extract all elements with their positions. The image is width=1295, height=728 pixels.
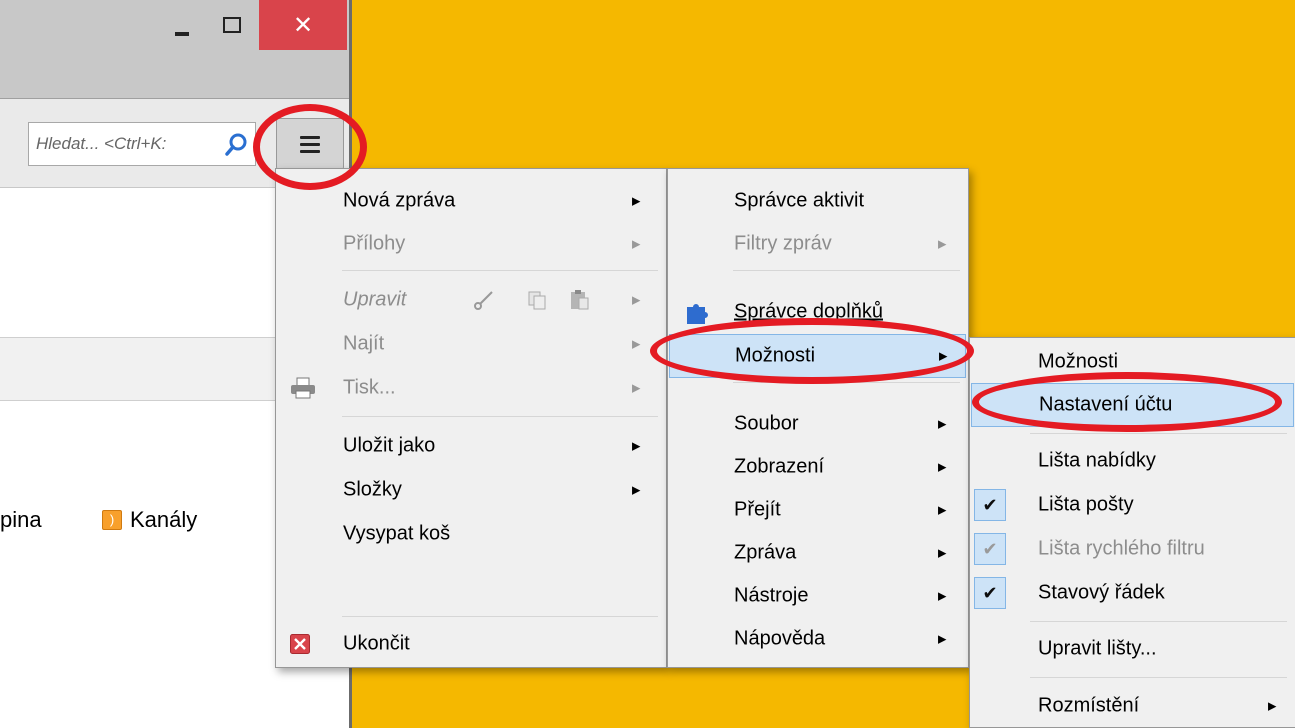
menu-item-new-message[interactable]: Nová zpráva ▶ bbox=[276, 179, 666, 223]
submenu-arrow-icon: ▶ bbox=[938, 238, 947, 251]
minimize-button[interactable] bbox=[160, 0, 204, 50]
menu-item-preferences[interactable]: Možnosti bbox=[970, 340, 1295, 384]
app-menu: Nová zpráva ▶ Přílohy ▶ Upravit ▶ Najít … bbox=[275, 168, 667, 668]
tools-submenu: Správce aktivit Filtry zpráv ▶ Správce d… bbox=[667, 168, 969, 668]
menu-separator bbox=[733, 382, 960, 383]
menu-item-menu-bar[interactable]: Lišta nabídky bbox=[970, 439, 1295, 483]
title-bar: ✕ bbox=[0, 0, 349, 99]
menu-item-empty-trash[interactable]: Vysypat koš bbox=[276, 512, 666, 556]
menu-item-find[interactable]: Najít ▶ bbox=[276, 322, 666, 366]
cut-icon bbox=[474, 291, 493, 310]
menu-item-tools[interactable]: Nástroje ▶ bbox=[668, 574, 968, 618]
close-button[interactable]: ✕ bbox=[259, 0, 347, 50]
submenu-arrow-icon: ▶ bbox=[938, 547, 947, 560]
menu-item-file[interactable]: Soubor ▶ bbox=[668, 402, 968, 446]
submenu-arrow-icon: ▶ bbox=[632, 440, 641, 453]
folder-link-fragment[interactable]: pina bbox=[0, 507, 42, 533]
menu-separator bbox=[1030, 433, 1287, 434]
submenu-arrow-icon: ▶ bbox=[632, 294, 641, 307]
menu-separator bbox=[342, 270, 658, 271]
maximize-button[interactable] bbox=[210, 0, 254, 50]
checkmark-icon: ✔ bbox=[974, 577, 1006, 609]
options-submenu: Možnosti Nastavení účtu Lišta nabídky ✔ … bbox=[969, 337, 1295, 728]
menu-separator bbox=[342, 616, 658, 617]
puzzle-icon bbox=[687, 304, 708, 324]
submenu-arrow-icon: ▶ bbox=[938, 461, 947, 474]
hamburger-icon bbox=[300, 135, 320, 139]
feeds-label: Kanály bbox=[130, 507, 198, 532]
maximize-icon bbox=[223, 17, 241, 33]
menu-item-customize-toolbars[interactable]: Upravit lišty... bbox=[970, 627, 1295, 671]
menu-item-status-bar[interactable]: ✔ Stavový řádek bbox=[970, 571, 1295, 615]
minimize-icon bbox=[175, 32, 189, 36]
menu-item-message-filters[interactable]: Filtry zpráv ▶ bbox=[668, 222, 968, 266]
close-icon: ✕ bbox=[292, 11, 314, 39]
paste-icon bbox=[571, 290, 589, 310]
submenu-arrow-icon: ▶ bbox=[938, 504, 947, 517]
menu-item-attachments[interactable]: Přílohy ▶ bbox=[276, 222, 666, 266]
submenu-arrow-icon: ▶ bbox=[632, 382, 641, 395]
checkmark-icon: ✔ bbox=[974, 533, 1006, 565]
copy-icon bbox=[528, 291, 546, 310]
menu-separator bbox=[1030, 677, 1287, 678]
menu-item-mail-toolbar[interactable]: ✔ Lišta pošty bbox=[970, 483, 1295, 527]
menu-item-account-settings[interactable]: Nastavení účtu bbox=[971, 383, 1294, 427]
menu-item-layout[interactable]: Rozmístění ▶ bbox=[970, 684, 1295, 728]
submenu-arrow-icon: ▶ bbox=[632, 338, 641, 351]
submenu-arrow-icon: ▶ bbox=[938, 633, 947, 646]
menu-item-folders[interactable]: Složky ▶ bbox=[276, 468, 666, 512]
search-icon[interactable] bbox=[225, 132, 249, 156]
menu-item-help[interactable]: Nápověda ▶ bbox=[668, 617, 968, 661]
printer-icon bbox=[291, 377, 315, 399]
menu-item-addons[interactable]: Správce doplňků bbox=[668, 290, 968, 334]
submenu-arrow-icon: ▶ bbox=[632, 195, 641, 208]
submenu-arrow-icon: ▶ bbox=[632, 238, 641, 251]
app-menu-button[interactable] bbox=[276, 118, 344, 170]
checkmark-icon: ✔ bbox=[974, 489, 1006, 521]
feeds-link[interactable]: ) Kanály bbox=[102, 507, 197, 533]
menu-item-save-as[interactable]: Uložit jako ▶ bbox=[276, 424, 666, 468]
submenu-arrow-icon: ▶ bbox=[939, 350, 948, 363]
menu-item-quick-filter-bar[interactable]: ✔ Lišta rychlého filtru bbox=[970, 527, 1295, 571]
submenu-arrow-icon: ▶ bbox=[938, 590, 947, 603]
menu-item-view[interactable]: Zobrazení ▶ bbox=[668, 445, 968, 489]
search-input[interactable]: Hledat... <Ctrl+K: bbox=[28, 122, 256, 166]
search-placeholder: Hledat... <Ctrl+K: bbox=[36, 134, 167, 153]
submenu-arrow-icon: ▶ bbox=[938, 418, 947, 431]
menu-item-go[interactable]: Přejít ▶ bbox=[668, 488, 968, 532]
quit-icon bbox=[290, 634, 310, 654]
menu-item-message[interactable]: Zpráva ▶ bbox=[668, 531, 968, 575]
menu-item-print[interactable]: Tisk... ▶ bbox=[276, 366, 666, 410]
submenu-arrow-icon: ▶ bbox=[632, 484, 641, 497]
submenu-arrow-icon: ▶ bbox=[1268, 700, 1277, 713]
menu-separator bbox=[733, 270, 960, 271]
menu-item-quit[interactable]: Ukončit bbox=[276, 622, 666, 666]
menu-item-activity-manager[interactable]: Správce aktivit bbox=[668, 179, 968, 223]
menu-separator bbox=[342, 416, 658, 417]
menu-item-options[interactable]: Možnosti ▶ bbox=[669, 334, 966, 378]
menu-item-edit[interactable]: Upravit ▶ bbox=[276, 278, 666, 322]
menu-separator bbox=[1030, 621, 1287, 622]
rss-icon: ) bbox=[102, 510, 122, 530]
